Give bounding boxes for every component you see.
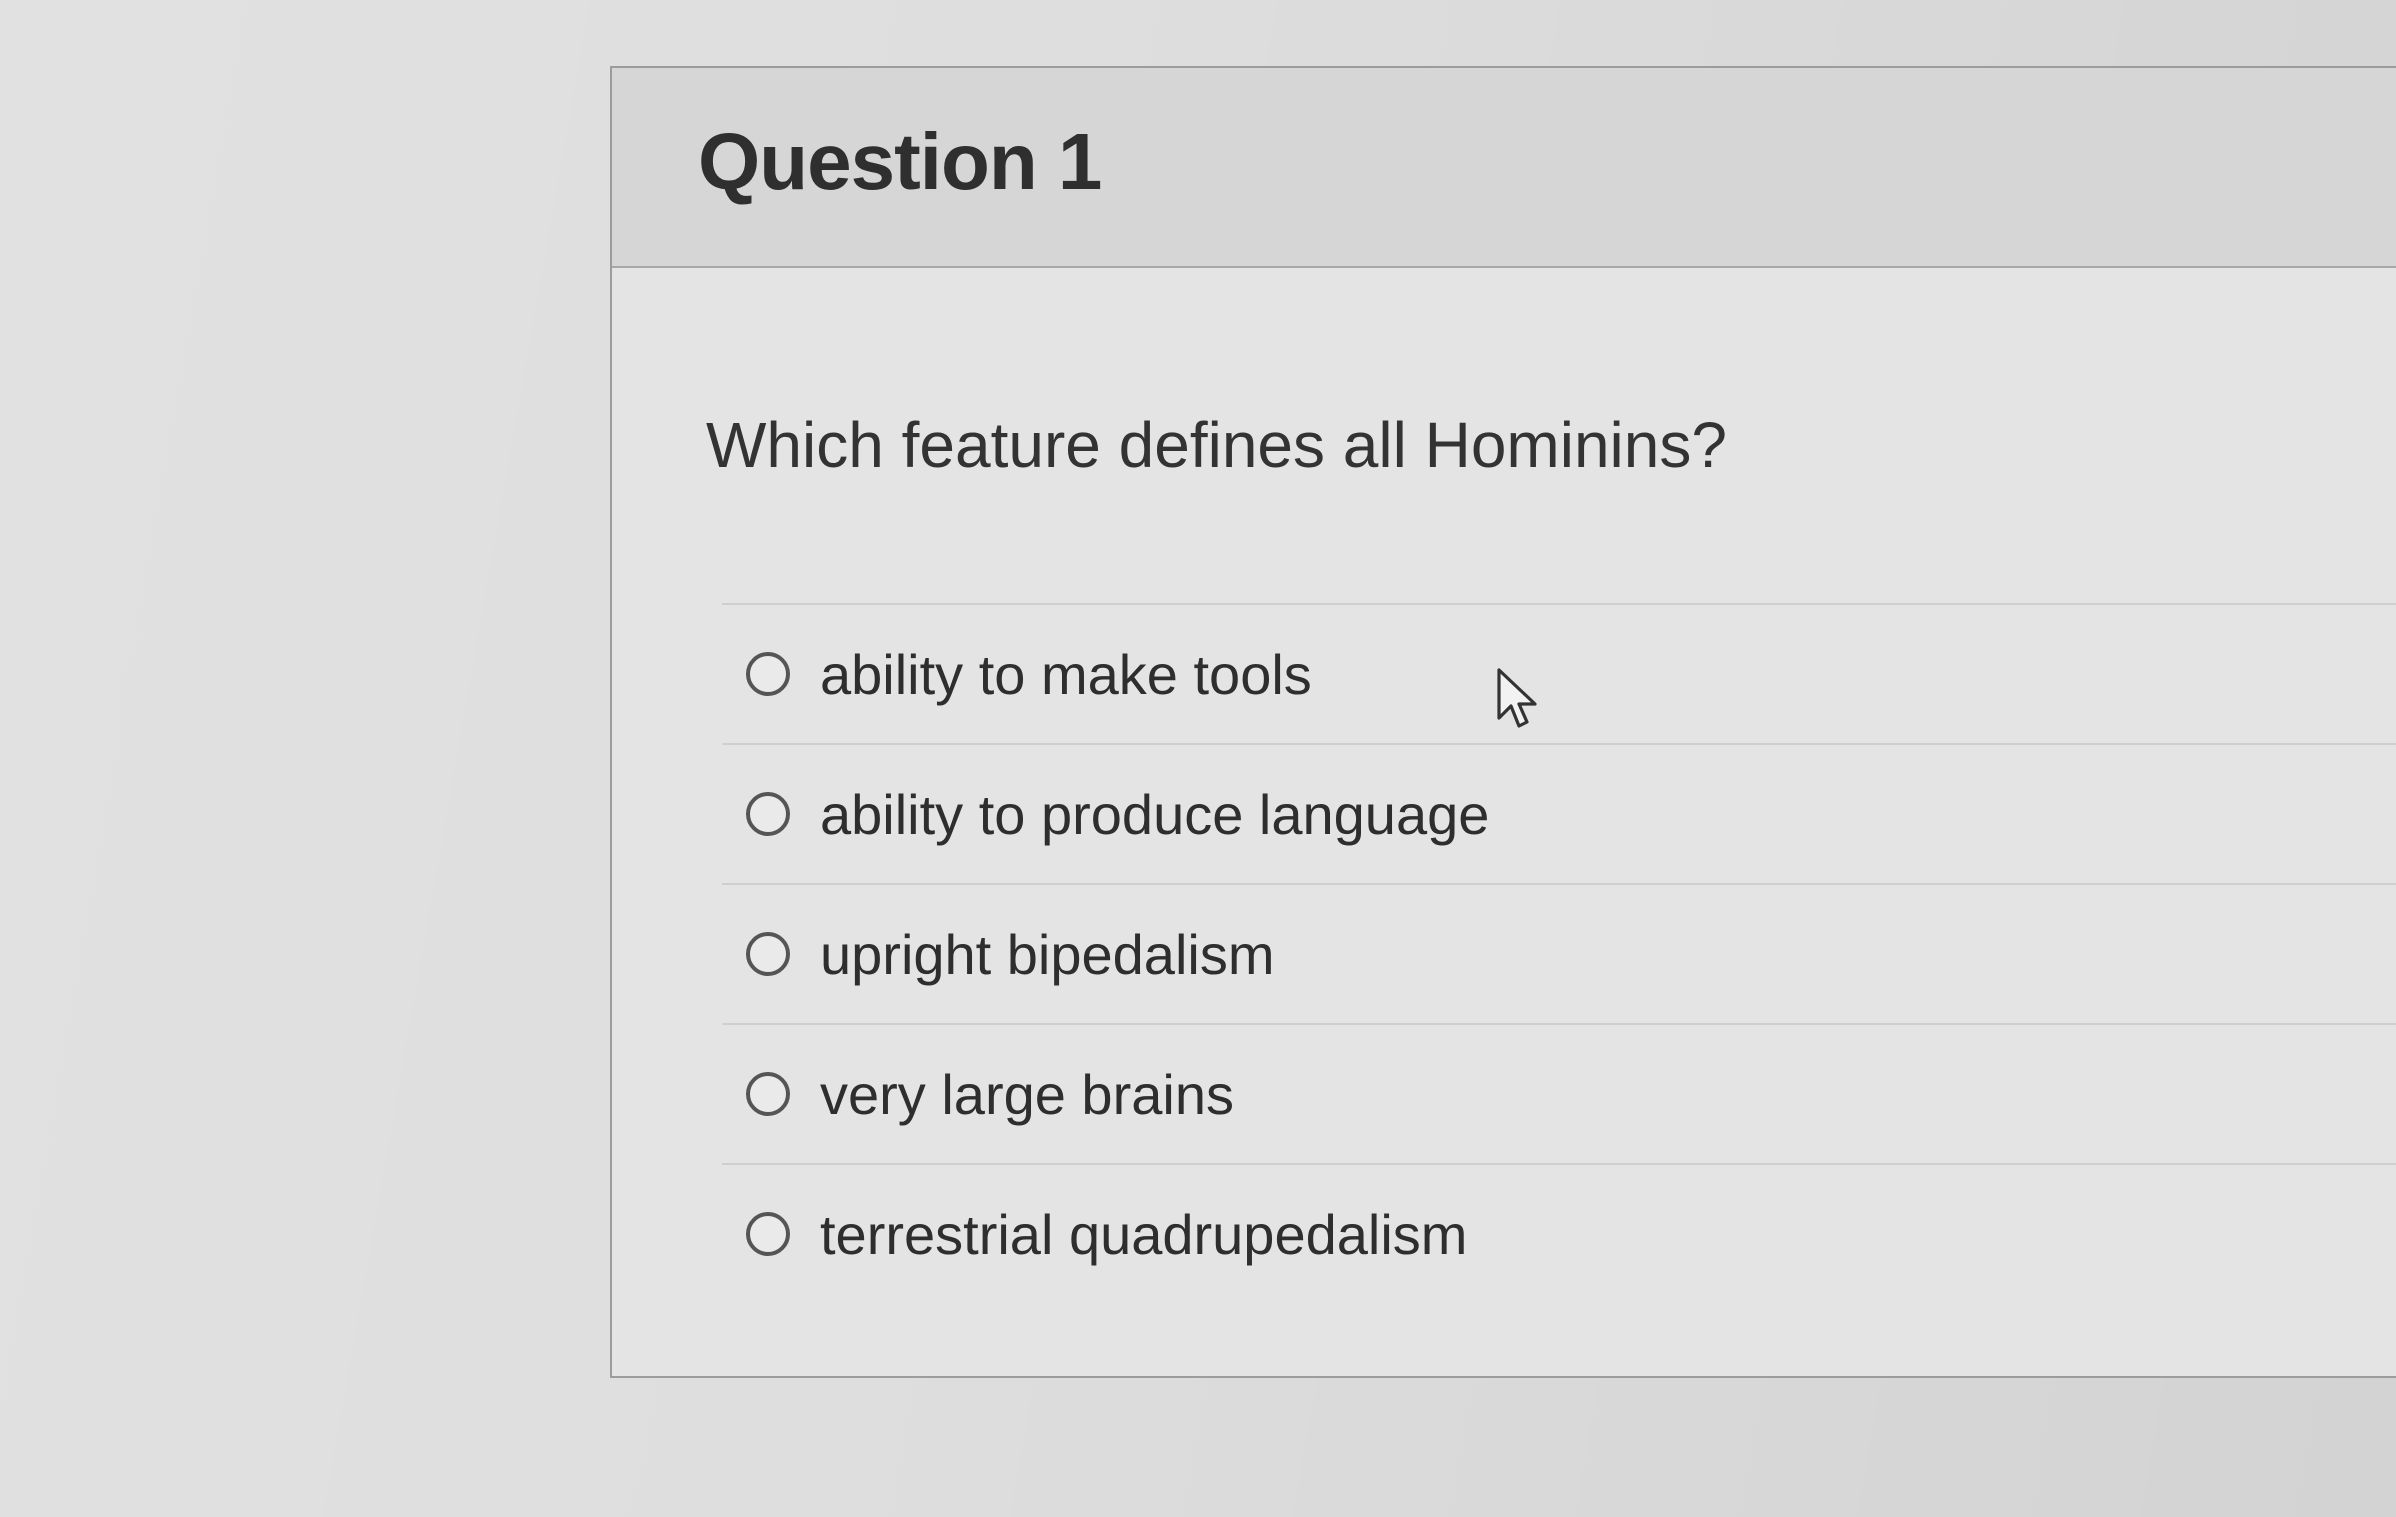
answer-label[interactable]: upright bipedalism: [820, 922, 1274, 987]
question-title: Question 1: [698, 117, 1102, 206]
answer-option[interactable]: upright bipedalism: [722, 883, 2396, 1023]
answer-label[interactable]: ability to make tools: [820, 642, 1312, 707]
screen: Question 1 Which feature defines all Hom…: [0, 0, 2396, 1517]
answer-option[interactable]: ability to produce language: [722, 743, 2396, 883]
radio-button-icon[interactable]: [746, 792, 790, 836]
answer-label[interactable]: very large brains: [820, 1062, 1234, 1127]
radio-button-icon[interactable]: [746, 652, 790, 696]
answer-list: ability to make tools ability to produce…: [722, 603, 2396, 1303]
answer-option[interactable]: ability to make tools: [722, 603, 2396, 743]
question-header: Question 1: [612, 68, 2396, 268]
radio-button-icon[interactable]: [746, 1072, 790, 1116]
answer-option[interactable]: very large brains: [722, 1023, 2396, 1163]
question-prompt: Which feature defines all Hominins?: [706, 409, 1727, 481]
answer-label[interactable]: terrestrial quadrupedalism: [820, 1202, 1467, 1267]
radio-button-icon[interactable]: [746, 932, 790, 976]
answer-option[interactable]: terrestrial quadrupedalism: [722, 1163, 2396, 1303]
mouse-pointer-icon: [1497, 668, 1537, 728]
radio-button-icon[interactable]: [746, 1212, 790, 1256]
answer-label[interactable]: ability to produce language: [820, 782, 1489, 847]
